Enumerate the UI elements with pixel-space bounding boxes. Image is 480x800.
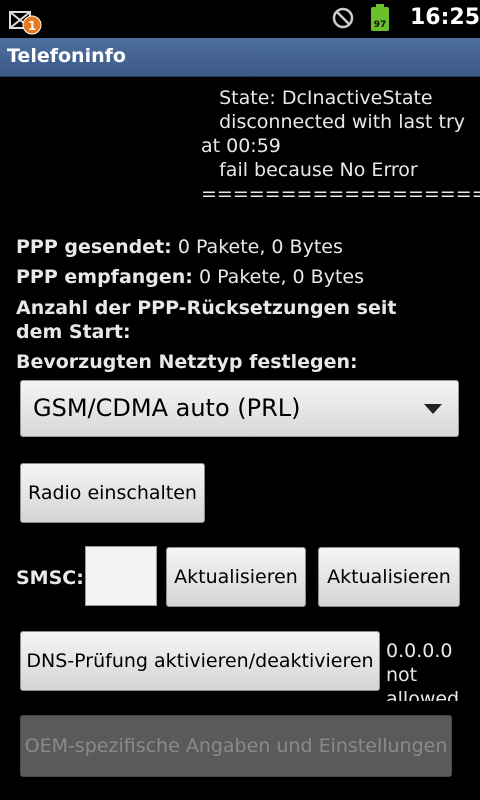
network-type-label: Bevorzugten Netztyp festlegen: [16, 351, 358, 373]
smsc-update-button[interactable]: Aktualisieren [318, 547, 460, 607]
dropdown-arrow-icon [424, 404, 442, 414]
ppp-received-value: 0 Pakete, 0 Bytes [192, 266, 364, 288]
network-type-row: Bevorzugten Netztyp festlegen: [16, 350, 358, 374]
network-type-dropdown[interactable]: GSM/CDMA auto (PRL) [20, 380, 459, 437]
dns-status-value: 0.0.0.0 not allowed [386, 640, 460, 701]
title-bar: Telefoninfo [0, 38, 480, 77]
dns-check-toggle-button[interactable]: DNS-Prüfung aktivieren/deaktivieren [20, 631, 380, 691]
notification-badge: 1 [28, 19, 36, 33]
smsc-label: SMSC: [16, 567, 84, 589]
no-sim-icon [331, 6, 355, 30]
ppp-received-label: PPP empfangen: [16, 266, 193, 288]
ppp-resets-label: Anzahl der PPP-Rücksetzungen seit dem St… [16, 297, 397, 343]
smsc-refresh-button[interactable]: Aktualisieren [166, 547, 306, 607]
network-type-selected: GSM/CDMA auto (PRL) [33, 394, 301, 422]
status-bar: 1 97 16:25 [0, 0, 480, 38]
ppp-sent-row: PPP gesendet: 0 Pakete, 0 Bytes [16, 235, 343, 259]
battery-level: 97 [373, 20, 387, 30]
ppp-sent-value: 0 Pakete, 0 Bytes [171, 236, 343, 258]
page-title: Telefoninfo [7, 45, 126, 67]
battery-icon: 97 [370, 4, 390, 32]
smsc-input[interactable] [85, 546, 157, 606]
oem-settings-button[interactable]: OEM-spezifische Angaben und Einstellunge… [20, 715, 452, 777]
ppp-sent-label: PPP gesendet: [16, 236, 172, 258]
status-time: 16:25 [410, 5, 480, 30]
ppp-resets-row: Anzahl der PPP-Rücksetzungen seit dem St… [16, 296, 446, 344]
radio-toggle-button[interactable]: Radio einschalten [20, 463, 205, 523]
ppp-received-row: PPP empfangen: 0 Pakete, 0 Bytes [16, 265, 364, 289]
notification-icon[interactable]: 1 [8, 6, 42, 36]
connection-log: State: DcInactiveState disconnected with… [201, 87, 480, 205]
